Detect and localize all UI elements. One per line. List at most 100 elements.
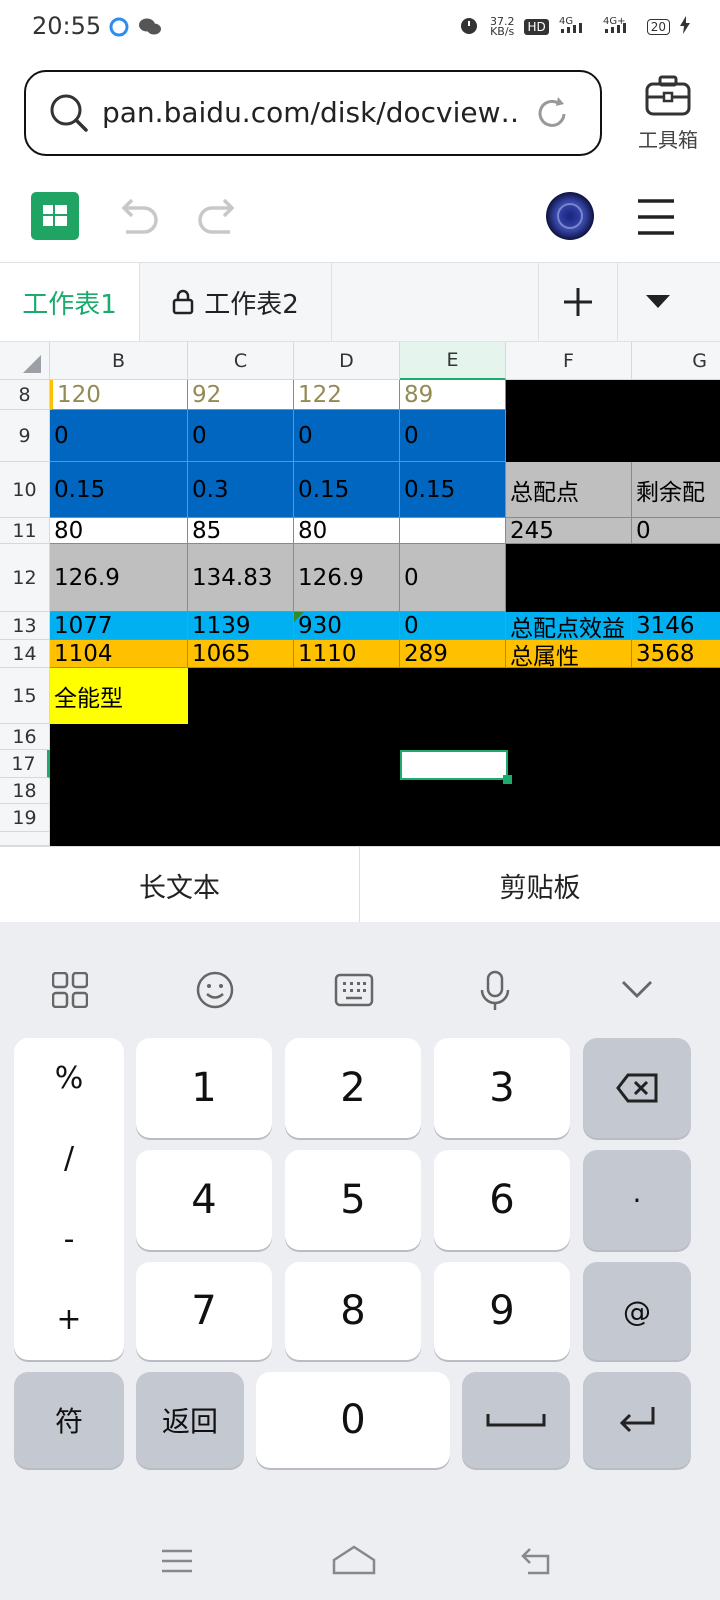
fill-handle[interactable]	[503, 775, 512, 784]
cell-b13[interactable]: 1077	[50, 612, 188, 640]
cell-e12[interactable]: 0	[400, 544, 506, 612]
minus-key[interactable]: -	[64, 1222, 75, 1257]
keyboard-icon[interactable]	[334, 972, 374, 1012]
microphone-icon[interactable]	[478, 970, 512, 1016]
cell-b15[interactable]: 全能型	[50, 668, 188, 724]
key-6[interactable]: 6	[434, 1150, 570, 1250]
key-2[interactable]: 2	[285, 1038, 421, 1138]
cell-e9[interactable]: 0	[400, 410, 506, 462]
undo-icon[interactable]	[116, 194, 162, 240]
cell-c10[interactable]: 0.3	[188, 462, 294, 518]
column-header-c[interactable]: C	[188, 342, 294, 380]
long-text-button[interactable]: 长文本	[0, 847, 360, 923]
key-3[interactable]: 3	[434, 1038, 570, 1138]
row-header[interactable]: 18	[0, 778, 50, 804]
cell-f10[interactable]: 总配点	[506, 462, 632, 518]
symbols-key[interactable]: 符	[14, 1372, 124, 1468]
row-header[interactable]: 9	[0, 410, 50, 462]
row-header[interactable]	[0, 832, 50, 846]
avatar[interactable]	[546, 192, 594, 244]
cell-c12[interactable]: 134.83	[188, 544, 294, 612]
cell-d9[interactable]: 0	[294, 410, 400, 462]
cell-d13[interactable]: 930	[294, 612, 400, 640]
key-9[interactable]: 9	[434, 1262, 570, 1360]
cell-c9[interactable]: 0	[188, 410, 294, 462]
cell-b14[interactable]: 1104	[50, 640, 188, 668]
spreadsheet-grid[interactable]: B C D E F G 8 9 10 11 12 13 14 15 16 17 …	[0, 342, 720, 846]
toolbox-button[interactable]: 工具箱	[628, 74, 708, 153]
column-header-b[interactable]: B	[50, 342, 188, 380]
row-header[interactable]: 19	[0, 804, 50, 832]
key-8[interactable]: 8	[285, 1262, 421, 1360]
key-1[interactable]: 1	[136, 1038, 272, 1138]
cell-e14[interactable]: 289	[400, 640, 506, 668]
cell-g14[interactable]: 3568	[632, 640, 720, 668]
tab-sheet1[interactable]: 工作表1	[0, 263, 140, 341]
cell-d14[interactable]: 1110	[294, 640, 400, 668]
url-text[interactable]: pan.baidu.com/disk/docview…	[102, 96, 522, 129]
cell-c14[interactable]: 1065	[188, 640, 294, 668]
row-header[interactable]: 14	[0, 640, 50, 668]
cell-f13[interactable]: 总配点效益	[506, 612, 632, 640]
row-header[interactable]: 15	[0, 668, 50, 724]
cell-e13[interactable]: 0	[400, 612, 506, 640]
cell-d11[interactable]: 80	[294, 518, 400, 544]
cell-b10[interactable]: 0.15	[50, 462, 188, 518]
cell-c8[interactable]: 92	[188, 380, 294, 410]
row-header[interactable]: 13	[0, 612, 50, 640]
column-header-g[interactable]: G	[632, 342, 720, 380]
sheet-list-dropdown[interactable]	[618, 263, 698, 341]
selected-cell-e17[interactable]	[400, 750, 508, 780]
row-header[interactable]: 16	[0, 724, 50, 750]
cell-b11[interactable]: 80	[50, 518, 188, 544]
column-header-e[interactable]: E	[400, 342, 506, 380]
cell-e8[interactable]: 89	[400, 380, 506, 410]
cell-b12[interactable]: 126.9	[50, 544, 188, 612]
symbol-column[interactable]: % / - +	[14, 1038, 124, 1360]
sheet-app-icon[interactable]	[31, 192, 79, 244]
row-header[interactable]: 8	[0, 380, 50, 410]
back-key[interactable]: 返回	[136, 1372, 244, 1468]
row-header[interactable]: 10	[0, 462, 50, 518]
tab-sheet2[interactable]: 工作表2	[140, 263, 332, 341]
column-header-f[interactable]: F	[506, 342, 632, 380]
cell-e11[interactable]	[400, 518, 506, 544]
add-sheet-button[interactable]	[538, 263, 618, 341]
key-0[interactable]: 0	[256, 1372, 450, 1468]
percent-key[interactable]: %	[55, 1061, 84, 1096]
home-icon[interactable]	[330, 1544, 378, 1580]
back-nav-icon[interactable]	[520, 1546, 556, 1580]
cell-c11[interactable]: 85	[188, 518, 294, 544]
column-header-d[interactable]: D	[294, 342, 400, 380]
select-all-corner[interactable]	[0, 342, 50, 380]
enter-key[interactable]	[583, 1372, 691, 1468]
cell-g11[interactable]: 0	[632, 518, 720, 544]
cell-g13[interactable]: 3146	[632, 612, 720, 640]
grid-apps-icon[interactable]	[51, 971, 89, 1012]
cell-f14[interactable]: 总属性	[506, 640, 632, 668]
redo-icon[interactable]	[194, 194, 240, 240]
cell-c13[interactable]: 1139	[188, 612, 294, 640]
row-header[interactable]: 12	[0, 544, 50, 612]
plus-key[interactable]: +	[56, 1302, 81, 1337]
cell-b9[interactable]: 0	[50, 410, 188, 462]
collapse-keyboard-icon[interactable]	[620, 978, 654, 1004]
key-4[interactable]: 4	[136, 1150, 272, 1250]
cell-d8[interactable]: 122	[294, 380, 400, 410]
cell-f11[interactable]: 245	[506, 518, 632, 544]
cell-d10[interactable]: 0.15	[294, 462, 400, 518]
cell-g10[interactable]: 剩余配	[632, 462, 720, 518]
emoji-icon[interactable]	[195, 970, 235, 1014]
row-header[interactable]: 11	[0, 518, 50, 544]
slash-key[interactable]: /	[64, 1141, 74, 1176]
row-header[interactable]: 17	[0, 750, 50, 778]
key-5[interactable]: 5	[285, 1150, 421, 1250]
cell-d12[interactable]: 126.9	[294, 544, 400, 612]
address-bar[interactable]: pan.baidu.com/disk/docview…	[24, 70, 602, 156]
backspace-key[interactable]	[583, 1038, 691, 1138]
space-key[interactable]	[462, 1372, 570, 1468]
menu-icon[interactable]	[636, 198, 676, 240]
clipboard-button[interactable]: 剪贴板	[360, 847, 720, 923]
at-key[interactable]: @	[583, 1262, 691, 1360]
key-7[interactable]: 7	[136, 1262, 272, 1360]
